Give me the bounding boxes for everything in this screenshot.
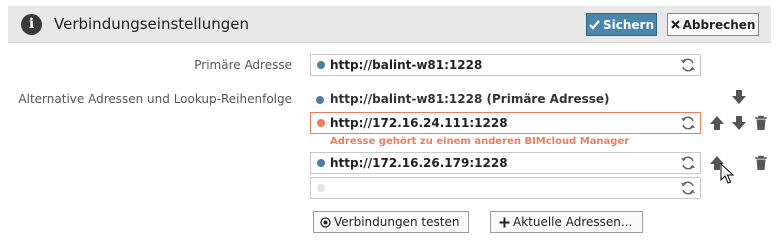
current-addresses-label: Aktuelle Adressen... — [513, 215, 633, 229]
alternative-addresses-label: Alternative Adressen und Lookup-Reihenfo… — [18, 92, 292, 106]
primary-entry-value: http://balint-w81:1228 (Primäre Adresse) — [330, 92, 610, 106]
error-message: Adresse gehört zu einem anderen BIMcloud… — [330, 136, 630, 147]
dialog-title: Verbindungseinstellungen — [54, 15, 249, 33]
status-dot — [317, 61, 325, 69]
primary-address-label: Primäre Adresse — [194, 58, 292, 72]
dialog-header: i Verbindungseinstellungen Sichern Abbre… — [8, 6, 771, 43]
refresh-icon[interactable] — [680, 155, 696, 171]
primary-address-field[interactable]: http://balint-w81:1228 — [310, 54, 701, 76]
test-connections-button[interactable]: Verbindungen testen — [313, 211, 469, 233]
save-button[interactable]: Sichern — [586, 13, 657, 36]
primary-address-value: http://balint-w81:1228 — [330, 58, 483, 72]
test-connections-label: Verbindungen testen — [334, 215, 460, 229]
trash-icon[interactable] — [753, 155, 769, 171]
current-addresses-button[interactable]: Aktuelle Adressen... — [490, 211, 643, 233]
alternative-address-value-2: http://172.16.26.179:1228 — [330, 156, 508, 170]
mouse-cursor-icon — [720, 163, 734, 184]
refresh-icon[interactable] — [680, 180, 696, 196]
cancel-label: Abbrechen — [682, 17, 756, 32]
cancel-button[interactable]: Abbrechen — [667, 13, 759, 36]
move-down-icon[interactable] — [731, 115, 747, 131]
info-icon: i — [21, 14, 42, 35]
refresh-icon[interactable] — [680, 57, 696, 73]
trash-icon[interactable] — [753, 115, 769, 131]
move-up-icon[interactable] — [709, 115, 725, 131]
status-dot — [317, 159, 325, 167]
move-down-icon[interactable] — [731, 89, 747, 105]
refresh-icon[interactable] — [680, 115, 696, 131]
save-label: Sichern — [602, 17, 654, 32]
close-icon — [670, 20, 680, 29]
empty-status-dot — [317, 184, 325, 192]
status-dot — [316, 96, 324, 104]
plus-icon — [499, 217, 510, 227]
alternative-address-field-2[interactable]: http://172.16.26.179:1228 — [310, 152, 701, 174]
error-status-dot — [317, 119, 325, 127]
radio-target-icon — [320, 216, 331, 228]
alternative-address-field-1[interactable]: http://172.16.24.111:1228 — [310, 112, 701, 134]
alternative-address-field-3[interactable] — [310, 177, 701, 199]
alternative-address-value-1: http://172.16.24.111:1228 — [330, 116, 508, 130]
checkmark-icon — [589, 19, 600, 30]
